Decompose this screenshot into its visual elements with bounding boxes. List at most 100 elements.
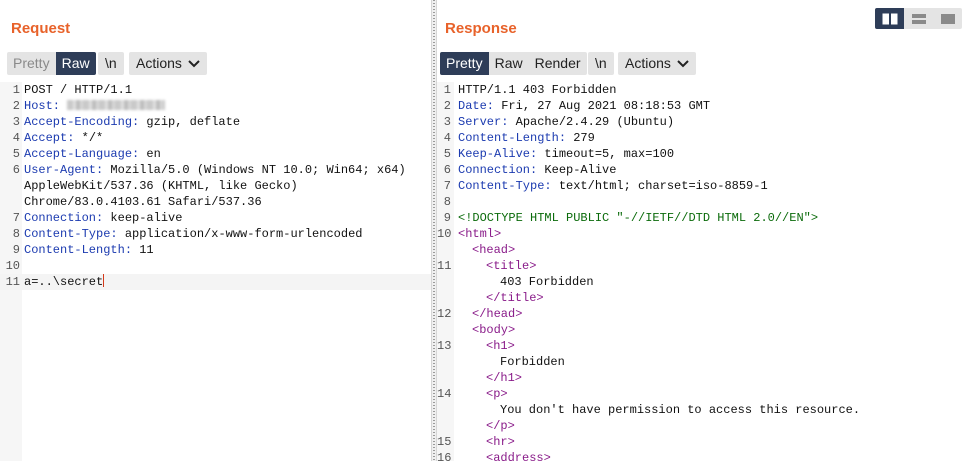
line-number: 5 [443, 147, 451, 161]
line-content: </title> [458, 290, 544, 306]
line-content: <hr> [458, 434, 515, 450]
html-tag: <p> [486, 387, 508, 401]
response-tab-raw[interactable]: Raw [489, 52, 529, 75]
header-value: en [139, 147, 161, 161]
code-line: Forbidden [437, 354, 968, 370]
line-content: AppleWebKit/537.36 (KHTML, like Gecko) [24, 178, 298, 194]
line-content: </p> [458, 418, 515, 434]
request-tab-pretty[interactable]: Pretty [7, 52, 56, 75]
line-text: POST / HTTP/1.1 [24, 83, 133, 97]
single-pane-icon[interactable] [933, 8, 962, 29]
line-content: Server: Apache/2.4.29 (Ubuntu) [458, 114, 674, 130]
line-content: HTTP/1.1 403 Forbidden [458, 82, 616, 98]
line-text: Chrome/83.0.4103.61 Safari/537.36 [24, 195, 262, 209]
line-number: 2 [443, 99, 451, 113]
line-text: a=..\secret [24, 275, 104, 289]
line-number: 4 [12, 131, 20, 145]
line-content: Date: Fri, 27 Aug 2021 08:18:53 GMT [458, 98, 710, 114]
code-line: 6 Connection: Keep-Alive [437, 162, 968, 178]
code-line: You don't have permission to access this… [437, 402, 968, 418]
line-number: 7 [12, 211, 20, 225]
header-name: Connection: [24, 211, 104, 225]
response-pane: Response Pretty Raw Render \n Actions 1H… [437, 0, 968, 461]
line-content: </h1> [458, 370, 522, 386]
request-newline-toggle[interactable]: \n [98, 52, 124, 75]
request-actions-button[interactable]: Actions [129, 52, 207, 75]
line-number: 6 [12, 163, 20, 177]
actions-label: Actions [136, 55, 182, 71]
line-content: <p> [458, 386, 508, 402]
code-line: 10 <html> [437, 226, 968, 242]
line-content: Content-Length: 279 [458, 130, 595, 146]
line-content: <!DOCTYPE HTML PUBLIC "-//IETF//DTD HTML… [458, 210, 818, 226]
response-newline-toggle[interactable]: \n [588, 52, 614, 75]
code-line: 4 Accept: */* [0, 130, 431, 146]
line-text: HTTP/1.1 403 Forbidden [458, 83, 617, 97]
line-number: 14 [437, 387, 452, 401]
code-line: 2 Host: [0, 98, 431, 114]
header-value: Keep-Alive [537, 163, 617, 177]
header-value: Apache/2.4.29 (Ubuntu) [508, 115, 675, 129]
newline-label: \n [595, 55, 607, 71]
code-line: </title> [437, 290, 968, 306]
line-text: You don't have permission to access this… [500, 403, 861, 417]
code-line: 5 Accept-Language: en [0, 146, 431, 162]
header-name: Server: [458, 115, 509, 129]
line-content: You don't have permission to access this… [458, 402, 860, 418]
code-line: <body> [437, 322, 968, 338]
line-number: 3 [443, 115, 451, 129]
line-number: 4 [443, 131, 451, 145]
newline-label: \n [105, 55, 117, 71]
response-editor[interactable]: 1 HTTP/1.1 403 Forbidden 2 Date: Fri, 27 Au… [437, 82, 968, 461]
actions-label: Actions [625, 55, 671, 71]
header-name: Content-Length: [24, 243, 133, 257]
line-content: Accept: */* [24, 130, 103, 146]
text-cursor [103, 274, 105, 287]
code-line: 1 HTTP/1.1 403 Forbidden [437, 82, 968, 98]
code-line: <head> [437, 242, 968, 258]
code-line: 5 Keep-Alive: timeout=5, max=100 [437, 146, 968, 162]
html-tag: <hr> [486, 435, 515, 449]
html-tag: </p> [486, 419, 515, 433]
code-line: 8 [437, 194, 968, 210]
line-content: Content-Type: application/x-www-form-url… [24, 226, 362, 242]
line-content: Accept-Language: en [24, 146, 161, 162]
line-number: 5 [12, 147, 20, 161]
response-actions-button[interactable]: Actions [618, 52, 696, 75]
header-value: 11 [132, 243, 154, 257]
line-content: Keep-Alive: timeout=5, max=100 [458, 146, 674, 162]
header-value [60, 99, 67, 113]
header-value: 279 [566, 131, 595, 145]
line-number: 7 [443, 179, 451, 193]
request-pane: Request Pretty Raw \n Actions 1 POST / HT… [0, 0, 431, 461]
line-number: 9 [443, 211, 451, 225]
line-text: Forbidden [500, 355, 565, 369]
stacked-rows-icon[interactable] [904, 8, 933, 29]
line-content: <body> [458, 322, 515, 338]
line-number: 2 [12, 99, 20, 113]
header-name: Host: [24, 99, 61, 113]
code-line: 7 Content-Type: text/html; charset=iso-88… [437, 178, 968, 194]
response-tab-render[interactable]: Render [529, 52, 587, 75]
line-content: <title> [458, 258, 536, 274]
html-tag: <title> [486, 259, 537, 273]
line-text: AppleWebKit/537.36 (KHTML, like Gecko) [24, 179, 298, 193]
html-tag: <body> [472, 323, 516, 337]
side-by-side-icon[interactable] [875, 8, 904, 29]
response-tab-pretty[interactable]: Pretty [440, 52, 489, 75]
request-editor[interactable]: 1 POST / HTTP/1.1 2 Host: 3 Accept-Encoding:… [0, 82, 431, 461]
line-number: 13 [437, 339, 452, 353]
header-name: Content-Type: [458, 179, 552, 193]
line-number: 10 [437, 227, 452, 241]
line-content: Host: [24, 98, 166, 114]
line-content: Chrome/83.0.4103.61 Safari/537.36 [24, 194, 262, 210]
code-line: 9 <!DOCTYPE HTML PUBLIC "-//IETF//DTD HTM… [437, 210, 968, 226]
html-tag: </head> [472, 307, 523, 321]
html-tag: </title> [486, 291, 544, 305]
request-tab-raw[interactable]: Raw [55, 52, 96, 75]
code-line: 12 </head> [437, 306, 968, 322]
line-number: 11 [437, 259, 452, 273]
code-line: 10 [0, 258, 431, 274]
header-name: Accept-Encoding: [24, 115, 140, 129]
line-number: 11 [5, 275, 20, 289]
